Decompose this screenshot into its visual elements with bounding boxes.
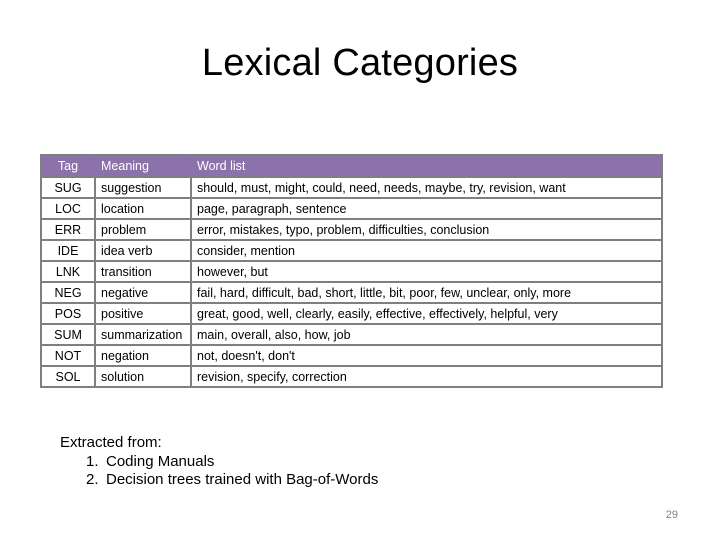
meaning-cell: negation (94, 344, 192, 367)
tag-cell: POS (40, 302, 96, 325)
table-row: IDE idea verb consider, mention (40, 239, 663, 262)
meaning-cell: solution (94, 365, 192, 388)
meaning-cell: location (94, 197, 192, 220)
word-list-cell: however, but (190, 260, 663, 283)
column-header-tag: Tag (40, 154, 96, 178)
tag-cell: SUG (40, 176, 96, 199)
column-header-meaning: Meaning (94, 154, 192, 178)
tag-cell: LOC (40, 197, 96, 220)
meaning-cell: transition (94, 260, 192, 283)
tag-cell: NOT (40, 344, 96, 367)
list-number: 1. (86, 453, 99, 470)
source-list-item: 1. Coding Manuals (60, 453, 378, 470)
list-text: Decision trees trained with Bag-of-Words (106, 471, 379, 488)
source-heading: Extracted from: (60, 434, 162, 451)
source-list: 1. Coding Manuals 2. Decision trees trai… (60, 453, 378, 488)
table-row: LOC location page, paragraph, sentence (40, 197, 663, 220)
slide-title: Lexical Categories (201, 42, 519, 84)
tag-cell: IDE (40, 239, 96, 262)
source-note: Extracted from: 1. Coding Manuals 2. Dec… (60, 434, 378, 489)
table-row: SUG suggestion should, must, might, coul… (40, 176, 663, 199)
source-list-item: 2. Decision trees trained with Bag-of-Wo… (60, 471, 378, 488)
word-list-cell: great, good, well, clearly, easily, effe… (190, 302, 663, 325)
table-row: NOT negation not, doesn't, don't (40, 344, 663, 367)
meaning-cell: suggestion (94, 176, 192, 199)
list-text: Coding Manuals (106, 453, 215, 470)
table-row: SOL solution revision, specify, correcti… (40, 365, 663, 388)
page-number: 29 (665, 509, 678, 521)
word-list-cell: should, must, might, could, need, needs,… (190, 176, 663, 199)
tag-cell: LNK (40, 260, 96, 283)
meaning-cell: positive (94, 302, 192, 325)
table-row: NEG negative fail, hard, difficult, bad,… (40, 281, 663, 304)
meaning-cell: idea verb (94, 239, 192, 262)
list-number: 2. (86, 471, 99, 488)
word-list-cell: error, mistakes, typo, problem, difficul… (190, 218, 663, 241)
table-row: LNK transition however, but (40, 260, 663, 283)
tag-cell: SOL (40, 365, 96, 388)
tag-cell: SUM (40, 323, 96, 346)
word-list-cell: revision, specify, correction (190, 365, 663, 388)
word-list-cell: consider, mention (190, 239, 663, 262)
lexical-categories-table: Tag Meaning Word list SUG suggestion sho… (40, 154, 663, 388)
meaning-cell: problem (94, 218, 192, 241)
table-header-row: Tag Meaning Word list (40, 154, 663, 178)
column-header-word-list: Word list (190, 154, 663, 178)
table-row: POS positive great, good, well, clearly,… (40, 302, 663, 325)
tag-cell: NEG (40, 281, 96, 304)
meaning-cell: summarization (94, 323, 192, 346)
table-row: ERR problem error, mistakes, typo, probl… (40, 218, 663, 241)
table-row: SUM summarization main, overall, also, h… (40, 323, 663, 346)
word-list-cell: fail, hard, difficult, bad, short, littl… (190, 281, 663, 304)
tag-cell: ERR (40, 218, 96, 241)
word-list-cell: not, doesn't, don't (190, 344, 663, 367)
word-list-cell: page, paragraph, sentence (190, 197, 663, 220)
meaning-cell: negative (94, 281, 192, 304)
word-list-cell: main, overall, also, how, job (190, 323, 663, 346)
